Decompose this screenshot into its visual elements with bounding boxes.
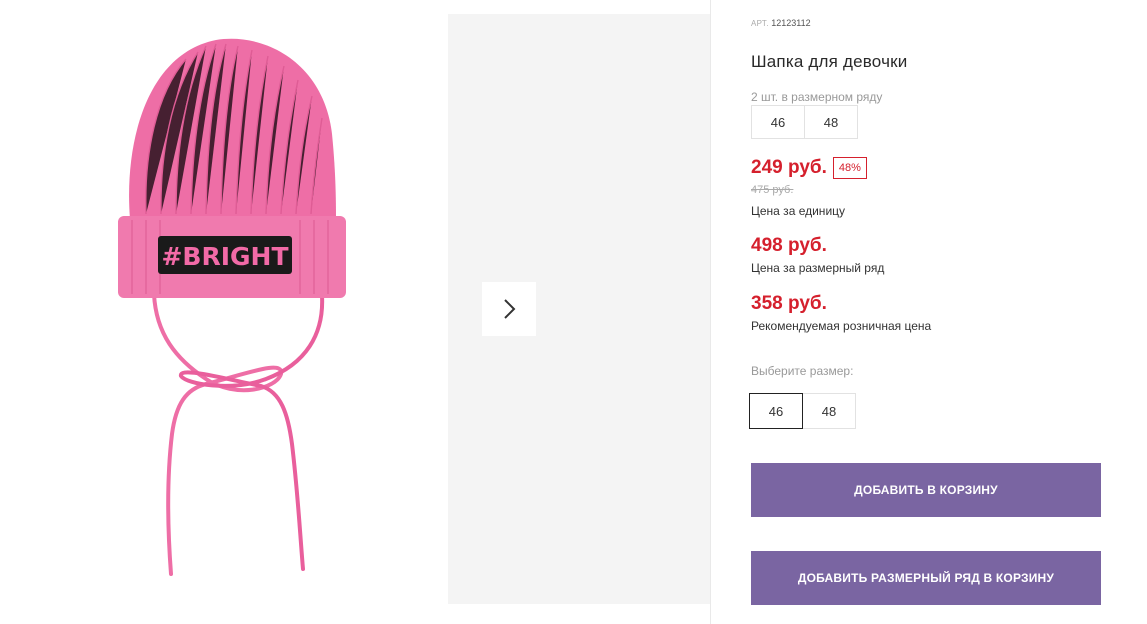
row-price-caption: Цена за размерный ряд <box>751 261 885 275</box>
gallery-next-button[interactable] <box>482 282 536 336</box>
hat-image: #BRIGHT <box>118 38 346 576</box>
rrp-price: 358 руб. <box>751 293 827 314</box>
add-size-row-to-cart-button[interactable]: ДОБАВИТЬ РАЗМЕРНЫЙ РЯД В КОРЗИНУ <box>751 551 1101 605</box>
rrp-price-caption: Рекомендуемая розничная цена <box>751 319 932 333</box>
row-price: 498 руб. <box>751 235 827 256</box>
size-row-note: 2 шт. в размерном ряду <box>751 90 883 104</box>
article-value: 12123112 <box>771 18 811 28</box>
discount-badge: 48% <box>832 157 867 179</box>
unit-price-line: 249 руб. 48% <box>751 157 867 179</box>
add-to-cart-button[interactable]: ДОБАВИТЬ В КОРЗИНУ <box>751 463 1101 517</box>
size-row-item: 46 <box>751 105 805 139</box>
article-number: АРТ. 12123112 <box>751 18 811 28</box>
chevron-right-icon <box>504 299 516 319</box>
size-option-48[interactable]: 48 <box>802 393 856 429</box>
product-gallery: #BRIGHT <box>0 0 710 624</box>
unit-price-caption: Цена за единицу <box>751 204 846 218</box>
size-option-46[interactable]: 46 <box>749 393 803 429</box>
size-row-list: 46 48 <box>751 105 858 139</box>
unit-price: 249 руб. <box>751 157 827 178</box>
article-label: АРТ. <box>751 19 769 28</box>
column-divider <box>710 0 711 624</box>
size-picker-label: Выберите размер: <box>751 364 854 378</box>
size-picker: 46 48 <box>749 393 856 429</box>
size-row-item: 48 <box>804 105 858 139</box>
product-title: Шапка для девочки <box>751 52 908 71</box>
hat-patch-text: #BRIGHT <box>161 242 288 271</box>
old-price: 475 руб. <box>751 184 794 196</box>
product-photo[interactable]: #BRIGHT <box>6 14 446 604</box>
